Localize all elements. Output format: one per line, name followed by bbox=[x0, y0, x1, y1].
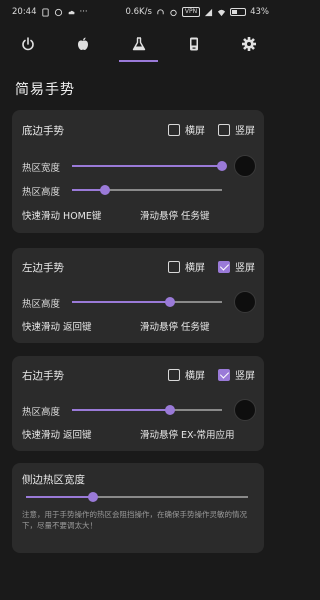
right-gesture-card: 右边手势 横屏 竖屏 热区高度 快速滑动 返回键 滑动悬停 EX-常用应用 bbox=[12, 356, 264, 451]
message-icon bbox=[54, 8, 62, 16]
left-gesture-card: 左边手势 横屏 竖屏 热区高度 快速滑动 返回键 滑动悬停 任务键 bbox=[12, 248, 264, 343]
bottom-portrait-box[interactable] bbox=[218, 123, 230, 136]
left-hold-action[interactable]: 滑动悬停 任务键 bbox=[140, 319, 210, 333]
signal-icon bbox=[204, 8, 213, 16]
left-portrait-box[interactable] bbox=[218, 260, 230, 273]
right-portrait-label: 竖屏 bbox=[235, 371, 255, 382]
side-width-card: 侧边热区宽度 注意，用于手势操作的热区会阻挡操作，在确保手势操作灵敏的情况下，尽… bbox=[12, 463, 264, 553]
swipe-value: 返回键 bbox=[63, 430, 92, 441]
left-height-label: 热区高度 bbox=[22, 299, 61, 310]
side-width-slider[interactable] bbox=[26, 492, 248, 502]
right-height-slider[interactable] bbox=[72, 405, 222, 415]
slider-thumb[interactable] bbox=[164, 297, 175, 307]
right-portrait-box[interactable] bbox=[218, 368, 230, 381]
page-title: 简易手势 bbox=[15, 82, 75, 98]
left-landscape-checkbox[interactable]: 横屏 bbox=[168, 259, 205, 274]
bottom-hold-action[interactable]: 滑动悬停 任务键 bbox=[140, 208, 210, 222]
right-hold-action[interactable]: 滑动悬停 EX-常用应用 bbox=[140, 427, 235, 441]
network-speed: 0.6K/s bbox=[125, 7, 152, 17]
bottom-swipe-action[interactable]: 快速滑动 HOME键 bbox=[22, 208, 101, 222]
tab-phone[interactable] bbox=[166, 26, 221, 62]
right-swipe-action[interactable]: 快速滑动 返回键 bbox=[22, 427, 92, 441]
hold-label: 滑动悬停 bbox=[140, 211, 179, 222]
more-notifications-icon: ··· bbox=[79, 7, 88, 17]
status-bar: 20:44 ··· 0.6K/s VPN 43% bbox=[0, 0, 277, 24]
left-landscape-box[interactable] bbox=[168, 260, 180, 273]
status-time: 20:44 bbox=[12, 7, 37, 17]
tab-lab[interactable] bbox=[111, 26, 166, 62]
left-gesture-title: 左边手势 bbox=[22, 262, 64, 274]
slider-thumb[interactable] bbox=[87, 492, 98, 502]
left-portrait-label: 竖屏 bbox=[235, 263, 255, 274]
hold-value: 任务键 bbox=[181, 322, 210, 333]
tab-power[interactable] bbox=[0, 26, 55, 62]
sim-icon bbox=[41, 7, 49, 17]
left-swipe-action[interactable]: 快速滑动 返回键 bbox=[22, 319, 92, 333]
bottom-portrait-checkbox[interactable]: 竖屏 bbox=[218, 122, 255, 137]
wifi-icon bbox=[217, 9, 226, 16]
swipe-label: 快速滑动 bbox=[22, 430, 61, 441]
tab-settings[interactable] bbox=[222, 26, 277, 62]
hold-value: 任务键 bbox=[181, 211, 210, 222]
slider-thumb[interactable] bbox=[217, 161, 227, 171]
gear-icon bbox=[242, 37, 257, 51]
slider-thumb[interactable] bbox=[100, 185, 110, 195]
swipe-label: 快速滑动 bbox=[22, 322, 61, 333]
right-landscape-label: 横屏 bbox=[185, 371, 205, 382]
tab-apple[interactable] bbox=[55, 26, 110, 62]
side-width-title: 侧边热区宽度 bbox=[22, 474, 85, 486]
swipe-value: 返回键 bbox=[63, 322, 92, 333]
right-portrait-checkbox[interactable]: 竖屏 bbox=[218, 367, 255, 382]
alarm-icon bbox=[170, 9, 177, 16]
power-icon bbox=[21, 37, 34, 51]
bottom-landscape-label: 横屏 bbox=[185, 126, 205, 137]
right-height-label: 热区高度 bbox=[22, 407, 61, 418]
right-landscape-checkbox[interactable]: 横屏 bbox=[168, 367, 205, 382]
right-color-picker[interactable] bbox=[234, 399, 256, 421]
slider-thumb[interactable] bbox=[164, 405, 175, 415]
vpn-badge: VPN bbox=[181, 7, 201, 17]
bottom-landscape-checkbox[interactable]: 横屏 bbox=[168, 122, 205, 137]
bottom-landscape-box[interactable] bbox=[168, 123, 180, 136]
left-color-picker[interactable] bbox=[234, 291, 256, 313]
bottom-color-picker[interactable] bbox=[234, 155, 256, 177]
right-gesture-title: 右边手势 bbox=[22, 370, 64, 382]
headphone-icon bbox=[157, 8, 164, 14]
hold-label: 滑动悬停 bbox=[140, 322, 179, 333]
bottom-portrait-label: 竖屏 bbox=[235, 126, 255, 137]
bottom-height-slider[interactable] bbox=[72, 185, 222, 195]
bottom-gesture-title: 底边手势 bbox=[22, 125, 64, 137]
bottom-width-label: 热区宽度 bbox=[22, 163, 61, 174]
swipe-value: HOME键 bbox=[63, 211, 102, 222]
bottom-gesture-card: 底边手势 横屏 竖屏 热区宽度 热区高度 快速滑动 HOME键 滑动悬停 任务键 bbox=[12, 110, 264, 233]
side-width-note: 注意，用于手势操作的热区会阻挡操作，在确保手势操作灵敏的情况下，尽量不要调太大！ bbox=[22, 510, 247, 530]
phone-icon bbox=[189, 37, 198, 51]
hold-value: EX-常用应用 bbox=[181, 430, 235, 441]
bottom-height-label: 热区高度 bbox=[22, 187, 61, 198]
swipe-label: 快速滑动 bbox=[22, 211, 61, 222]
battery-icon bbox=[230, 8, 247, 16]
flask-icon bbox=[132, 37, 145, 51]
left-portrait-checkbox[interactable]: 竖屏 bbox=[218, 259, 255, 274]
cloud-icon bbox=[68, 10, 74, 14]
tab-bar bbox=[0, 26, 277, 62]
left-landscape-label: 横屏 bbox=[185, 263, 205, 274]
apple-icon bbox=[78, 37, 89, 50]
left-height-slider[interactable] bbox=[72, 297, 222, 307]
battery-percent: 43% bbox=[250, 7, 269, 17]
hold-label: 滑动悬停 bbox=[140, 430, 179, 441]
right-landscape-box[interactable] bbox=[168, 368, 180, 381]
bottom-width-slider[interactable] bbox=[72, 161, 227, 171]
navigation-bar bbox=[0, 586, 277, 600]
